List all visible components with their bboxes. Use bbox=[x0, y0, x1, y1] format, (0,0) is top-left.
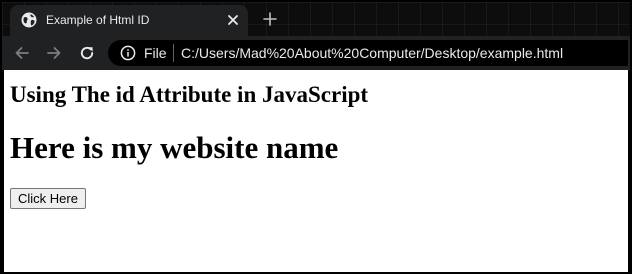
page-content: Using The id Attribute in JavaScript Her… bbox=[4, 70, 628, 272]
tab-strip: Example of Html ID bbox=[2, 2, 630, 36]
arrow-left-icon[interactable] bbox=[13, 44, 31, 62]
page-title: Here is my website name bbox=[10, 130, 339, 165]
info-icon[interactable] bbox=[120, 45, 136, 61]
tab-title: Example of Html ID bbox=[46, 13, 150, 27]
browser-window: Example of Html ID File C:/Users/Mad%20A… bbox=[0, 0, 632, 274]
reload-icon[interactable] bbox=[78, 44, 96, 62]
plus-icon[interactable] bbox=[262, 11, 278, 27]
browser-tab[interactable]: Example of Html ID bbox=[10, 5, 248, 36]
address-divider bbox=[173, 44, 174, 62]
globe-icon bbox=[21, 12, 37, 28]
url-text[interactable]: C:/Users/Mad%20About%20Computer/Desktop/… bbox=[181, 45, 563, 61]
page-subheading: Using The id Attribute in JavaScript bbox=[10, 82, 369, 107]
scheme-label: File bbox=[144, 45, 167, 61]
click-here-button[interactable]: Click Here bbox=[10, 188, 86, 209]
close-icon[interactable] bbox=[225, 12, 241, 28]
arrow-right-icon[interactable] bbox=[45, 44, 63, 62]
address-bar[interactable]: File C:/Users/Mad%20About%20Computer/Des… bbox=[108, 40, 628, 66]
browser-toolbar: File C:/Users/Mad%20About%20Computer/Des… bbox=[2, 36, 630, 70]
